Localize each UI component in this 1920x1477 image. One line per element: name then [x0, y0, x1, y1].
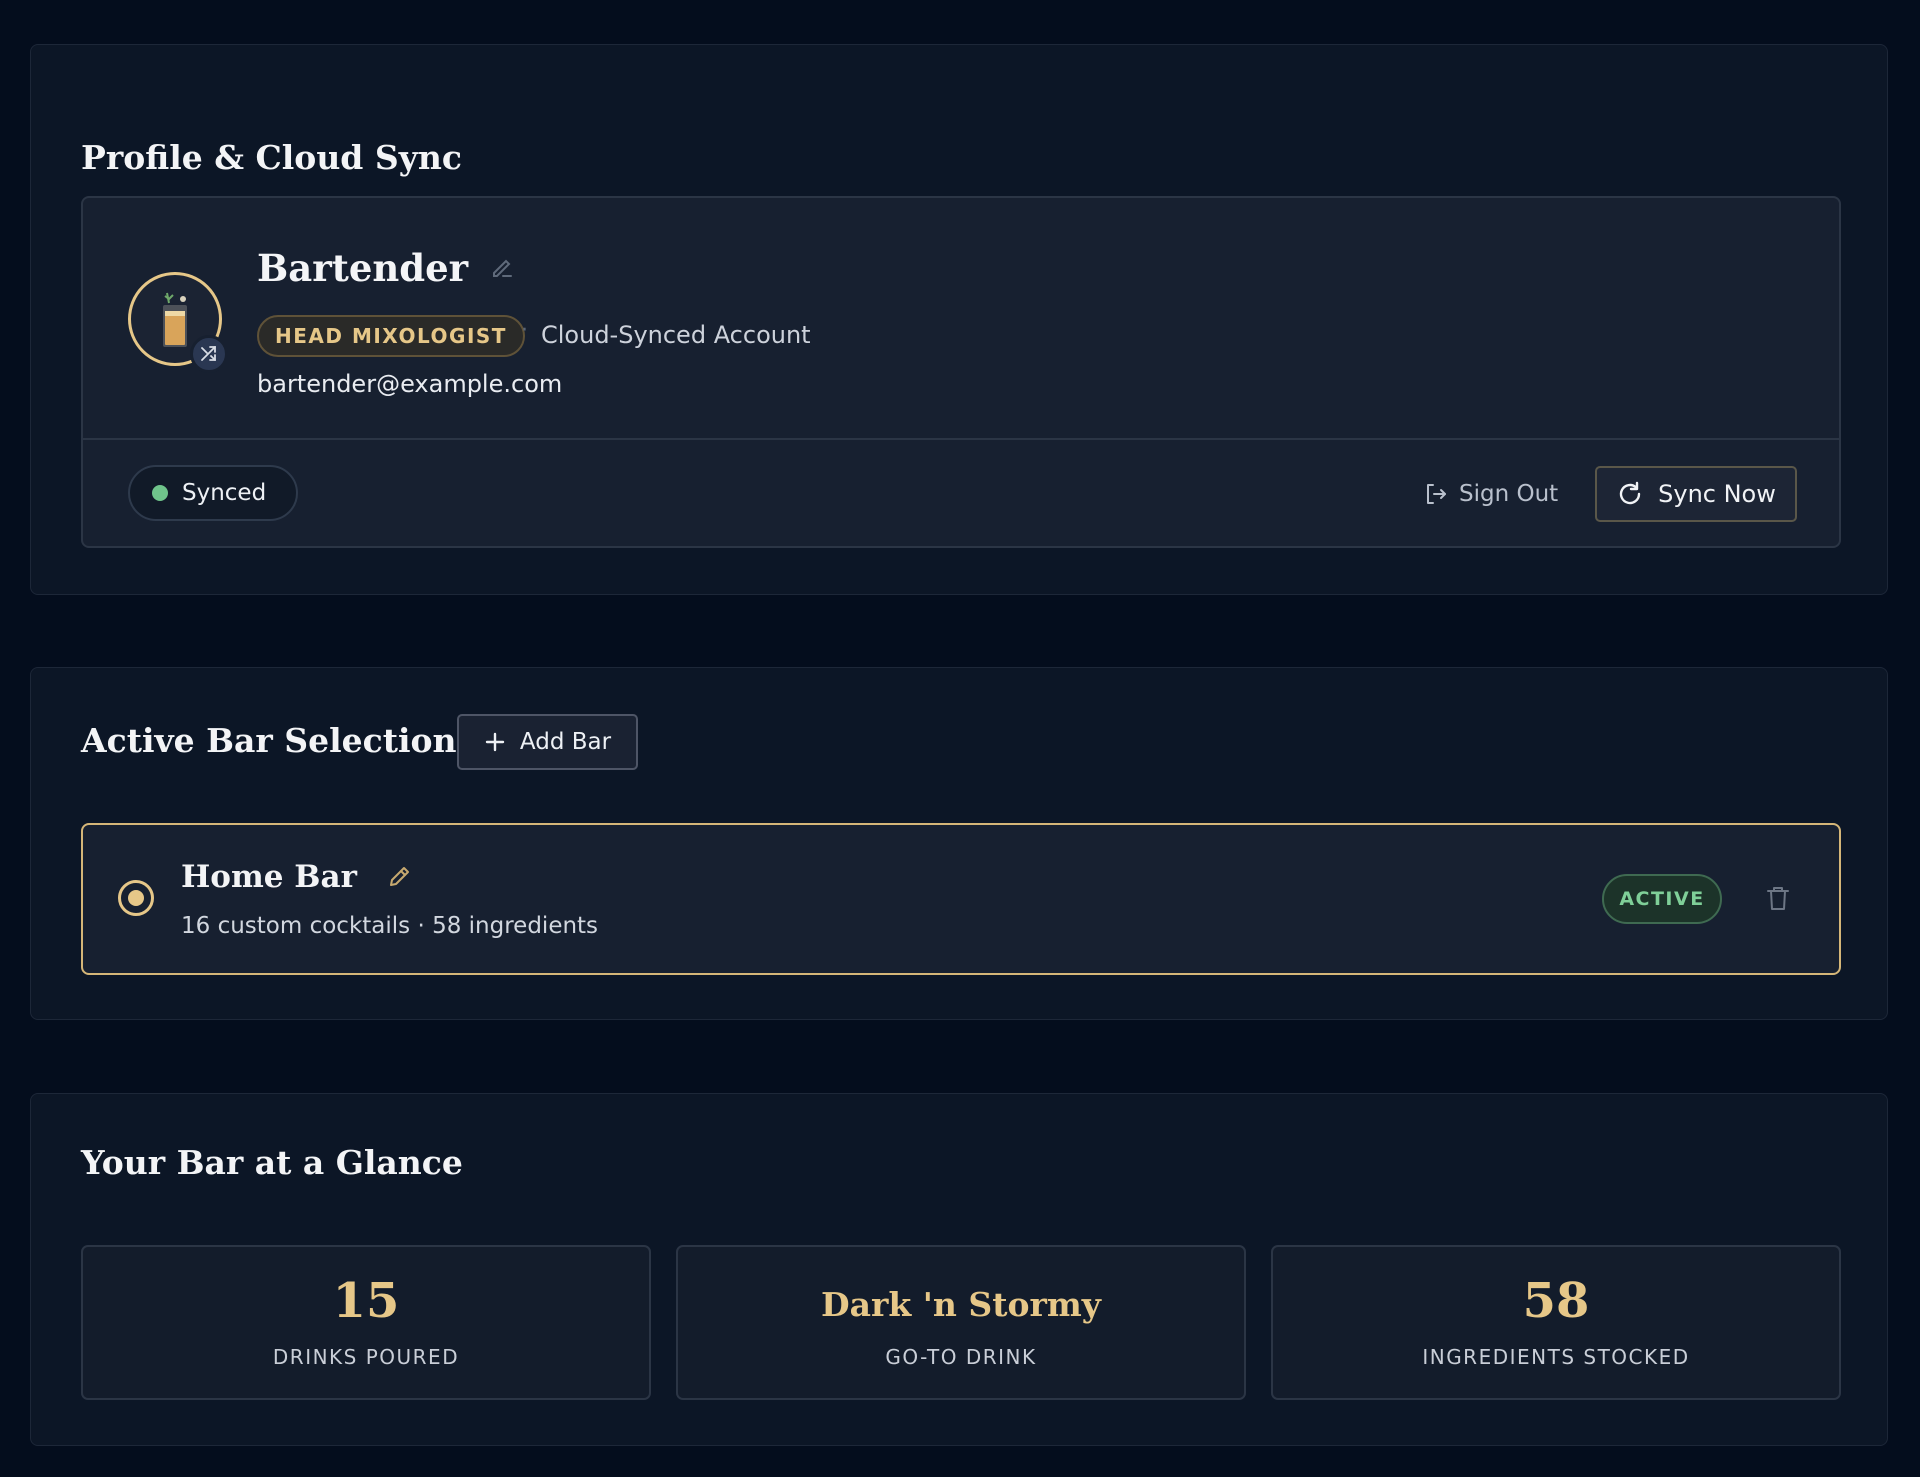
sync-status-label: Synced: [182, 480, 267, 506]
separator-dot: ·: [521, 318, 528, 343]
radio-selected-dot: [128, 890, 144, 906]
sign-out-label: Sign Out: [1459, 481, 1559, 507]
status-dot: [152, 485, 168, 501]
sync-now-label: Sync Now: [1658, 480, 1776, 508]
section-title: Active Bar Selection: [81, 721, 457, 760]
stat-value: Dark 'n Stormy: [821, 1285, 1101, 1324]
sign-out-button[interactable]: Sign Out: [1423, 474, 1558, 514]
profile-email: bartender@example.com: [257, 370, 563, 398]
sync-status-pill: Synced: [128, 465, 298, 521]
status-badge: ACTIVE: [1602, 874, 1722, 924]
bar-meta: 16 custom cocktails · 58 ingredients: [181, 913, 599, 939]
role-badge: HEAD MIXOLOGIST: [257, 315, 525, 357]
glance-panel: Your Bar at a Glance 15 DRINKS POURED Da…: [30, 1093, 1888, 1446]
bar-selection-panel: Active Bar Selection Add Bar Home Bar 16…: [30, 667, 1888, 1020]
trash-icon[interactable]: [1763, 883, 1793, 913]
pencil-icon[interactable]: [386, 864, 412, 890]
stat-card-drinks-poured: 15 DRINKS POURED: [81, 1245, 651, 1400]
stat-label: GO-TO DRINK: [885, 1345, 1037, 1369]
cocktail-glass-icon: [163, 292, 187, 347]
stat-value: 58: [1522, 1273, 1590, 1329]
profile-header: Bartender HEAD MIXOLOGIST · Cloud-Synced…: [83, 198, 1839, 440]
bar-name: Home Bar: [181, 859, 357, 895]
bar-card[interactable]: Home Bar 16 custom cocktails · 58 ingred…: [81, 823, 1841, 975]
stat-label: DRINKS POURED: [272, 1345, 460, 1369]
plus-icon: [485, 732, 505, 752]
stat-value: 15: [332, 1273, 400, 1329]
profile-panel: Profile & Cloud Sync Bartender HEAD MIXO…: [30, 44, 1888, 595]
bar-radio[interactable]: [118, 880, 154, 916]
section-title: Your Bar at a Glance: [81, 1143, 463, 1182]
sync-shuffle-icon: [201, 346, 216, 361]
refresh-icon: [1619, 481, 1641, 505]
add-bar-button[interactable]: Add Bar: [457, 714, 638, 770]
section-title: Profile & Cloud Sync: [81, 138, 462, 177]
profile-card: Bartender HEAD MIXOLOGIST · Cloud-Synced…: [81, 196, 1841, 548]
profile-name: Bartender: [257, 246, 469, 290]
pencil-icon[interactable]: [489, 254, 515, 280]
stat-label: INGREDIENTS STOCKED: [1422, 1345, 1690, 1369]
sign-out-icon: [1427, 484, 1446, 504]
stat-card-go-to-drink: Dark 'n Stormy GO-TO DRINK: [676, 1245, 1246, 1400]
stat-card-ingredients-stocked: 58 INGREDIENTS STOCKED: [1271, 1245, 1841, 1400]
sync-badge: [190, 335, 228, 373]
add-bar-label: Add Bar: [519, 729, 612, 755]
sync-now-button[interactable]: Sync Now: [1595, 466, 1797, 522]
account-type: Cloud-Synced Account: [541, 321, 811, 349]
